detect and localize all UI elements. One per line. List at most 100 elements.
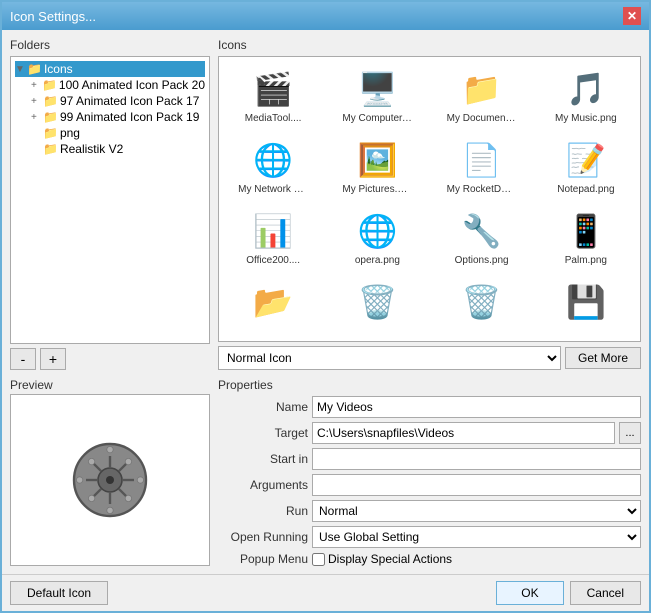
icon-label-6: My RocketDoc...	[447, 184, 517, 195]
icon-type-row: Normal IconLarge IconSmall Icon Get More	[218, 346, 641, 370]
tree-item-root[interactable]: ▼ 📁 Icons	[15, 61, 205, 77]
preview-icon	[70, 440, 150, 520]
icon-item-15[interactable]: 💾	[536, 274, 636, 330]
icon-glyph-15: 💾	[562, 278, 610, 326]
preview-panel: Preview	[10, 378, 210, 566]
properties-label: Properties	[218, 378, 641, 392]
icon-item-7[interactable]: 📝Notepad.png	[536, 132, 636, 199]
dialog-body: Folders ▼ 📁 Icons + 📁 100 Animated Icon …	[2, 30, 649, 574]
icon-label-11: Palm.png	[565, 255, 607, 266]
icon-label-5: My Pictures.png	[342, 184, 412, 195]
popup-menu-row: Popup Menu Display Special Actions	[218, 552, 641, 566]
footer-right: OK Cancel	[496, 581, 641, 605]
icon-item-14[interactable]: 🗑️	[432, 274, 532, 330]
expander-0: +	[31, 80, 40, 91]
run-label: Run	[218, 504, 308, 518]
icon-item-4[interactable]: 🌐My Network Places.png	[223, 132, 323, 199]
icon-item-13[interactable]: 🗑️	[327, 274, 427, 330]
tree-item-label-2: 99 Animated Icon Pack 19	[60, 110, 199, 124]
start-in-row: Start in	[218, 448, 641, 470]
icon-glyph-2: 📁	[458, 65, 506, 113]
tree-item-1[interactable]: + 📁 97 Animated Icon Pack 17	[31, 93, 205, 109]
open-running-select[interactable]: Use Global SettingAlwaysNever	[312, 526, 641, 548]
folder-icon-4: 📁	[43, 142, 58, 156]
popup-menu-checkbox-label: Display Special Actions	[312, 552, 452, 566]
tree-item-2[interactable]: + 📁 99 Animated Icon Pack 19	[31, 109, 205, 125]
icon-item-0[interactable]: 🎬MediaTool....	[223, 61, 323, 128]
target-row: Target ...	[218, 422, 641, 444]
icon-label-3: My Music.png	[555, 113, 617, 124]
open-running-row: Open Running Use Global SettingAlwaysNev…	[218, 526, 641, 548]
folder-tree[interactable]: ▼ 📁 Icons + 📁 100 Animated Icon Pack 20 …	[10, 56, 210, 344]
icon-label-8: Office200....	[246, 255, 300, 266]
folder-icon-0: 📁	[42, 78, 57, 92]
run-select[interactable]: NormalMinimizedMaximized	[312, 500, 641, 522]
cancel-button[interactable]: Cancel	[570, 581, 641, 605]
tree-item-4[interactable]: 📁 Realistik V2	[31, 141, 205, 157]
icon-label-10: Options.png	[455, 255, 509, 266]
start-in-input[interactable]	[312, 448, 641, 470]
icon-item-10[interactable]: 🔧Options.png	[432, 203, 532, 270]
icons-grid[interactable]: 🎬MediaTool....🖥️My Computer....📁My Docum…	[218, 56, 641, 342]
icon-glyph-3: 🎵	[562, 65, 610, 113]
properties-panel: Properties Name Target ... Start in	[218, 378, 641, 566]
folder-icon: 📁	[27, 62, 42, 76]
tree-item-0[interactable]: + 📁 100 Animated Icon Pack 20	[31, 77, 205, 93]
run-row: Run NormalMinimizedMaximized	[218, 500, 641, 522]
folder-icon-2: 📁	[43, 110, 58, 124]
arguments-input[interactable]	[312, 474, 641, 496]
dialog-footer: Default Icon OK Cancel	[2, 574, 649, 611]
get-more-button[interactable]: Get More	[565, 347, 641, 369]
icon-glyph-9: 🌐	[353, 207, 401, 255]
arguments-label: Arguments	[218, 478, 308, 492]
expander-2: +	[31, 112, 41, 123]
target-label: Target	[218, 426, 308, 440]
icon-glyph-10: 🔧	[458, 207, 506, 255]
icon-item-2[interactable]: 📁My Document....	[432, 61, 532, 128]
popup-menu-label: Popup Menu	[218, 552, 308, 566]
default-icon-button[interactable]: Default Icon	[10, 581, 108, 605]
tree-children: + 📁 100 Animated Icon Pack 20 + 📁 97 Ani…	[15, 77, 205, 157]
add-folder-button[interactable]: +	[40, 348, 66, 370]
icon-type-select[interactable]: Normal IconLarge IconSmall Icon	[218, 346, 561, 370]
tree-item-3[interactable]: 📁 png	[31, 125, 205, 141]
remove-folder-button[interactable]: -	[10, 348, 36, 370]
tree-item-label-1: 97 Animated Icon Pack 17	[60, 94, 199, 108]
open-running-label: Open Running	[218, 530, 308, 544]
expander-1: +	[31, 96, 41, 107]
icon-item-6[interactable]: 📄My RocketDoc...	[432, 132, 532, 199]
icon-item-11[interactable]: 📱Palm.png	[536, 203, 636, 270]
icon-glyph-4: 🌐	[249, 136, 297, 184]
icon-item-9[interactable]: 🌐opera.png	[327, 203, 427, 270]
popup-menu-checkbox[interactable]	[312, 553, 325, 566]
icon-item-3[interactable]: 🎵My Music.png	[536, 61, 636, 128]
expander-root: ▼	[15, 64, 25, 75]
icon-item-8[interactable]: 📊Office200....	[223, 203, 323, 270]
ok-button[interactable]: OK	[496, 581, 563, 605]
icons-panel: Icons 🎬MediaTool....🖥️My Computer....📁My…	[218, 38, 641, 370]
icon-label-4: My Network Places.png	[238, 184, 308, 195]
name-label: Name	[218, 400, 308, 414]
browse-button[interactable]: ...	[619, 422, 641, 444]
icon-label-9: opera.png	[355, 255, 400, 266]
icon-glyph-11: 📱	[562, 207, 610, 255]
icon-item-12[interactable]: 📂	[223, 274, 323, 330]
icon-item-1[interactable]: 🖥️My Computer....	[327, 61, 427, 128]
name-row: Name	[218, 396, 641, 418]
start-in-label: Start in	[218, 452, 308, 466]
tree-item-label-root: Icons	[44, 62, 73, 76]
target-input[interactable]	[312, 422, 615, 444]
folder-icon-1: 📁	[43, 94, 58, 108]
icon-label-0: MediaTool....	[245, 113, 302, 124]
close-button[interactable]: ✕	[623, 7, 641, 25]
tree-item-label-4: Realistik V2	[60, 142, 123, 156]
icon-glyph-13: 🗑️	[353, 278, 401, 326]
top-section: Folders ▼ 📁 Icons + 📁 100 Animated Icon …	[10, 38, 641, 370]
icon-glyph-6: 📄	[458, 136, 506, 184]
icon-item-5[interactable]: 🖼️My Pictures.png	[327, 132, 427, 199]
name-input[interactable]	[312, 396, 641, 418]
folders-label: Folders	[10, 38, 210, 52]
icon-glyph-0: 🎬	[249, 65, 297, 113]
icon-glyph-8: 📊	[249, 207, 297, 255]
preview-label: Preview	[10, 378, 210, 392]
